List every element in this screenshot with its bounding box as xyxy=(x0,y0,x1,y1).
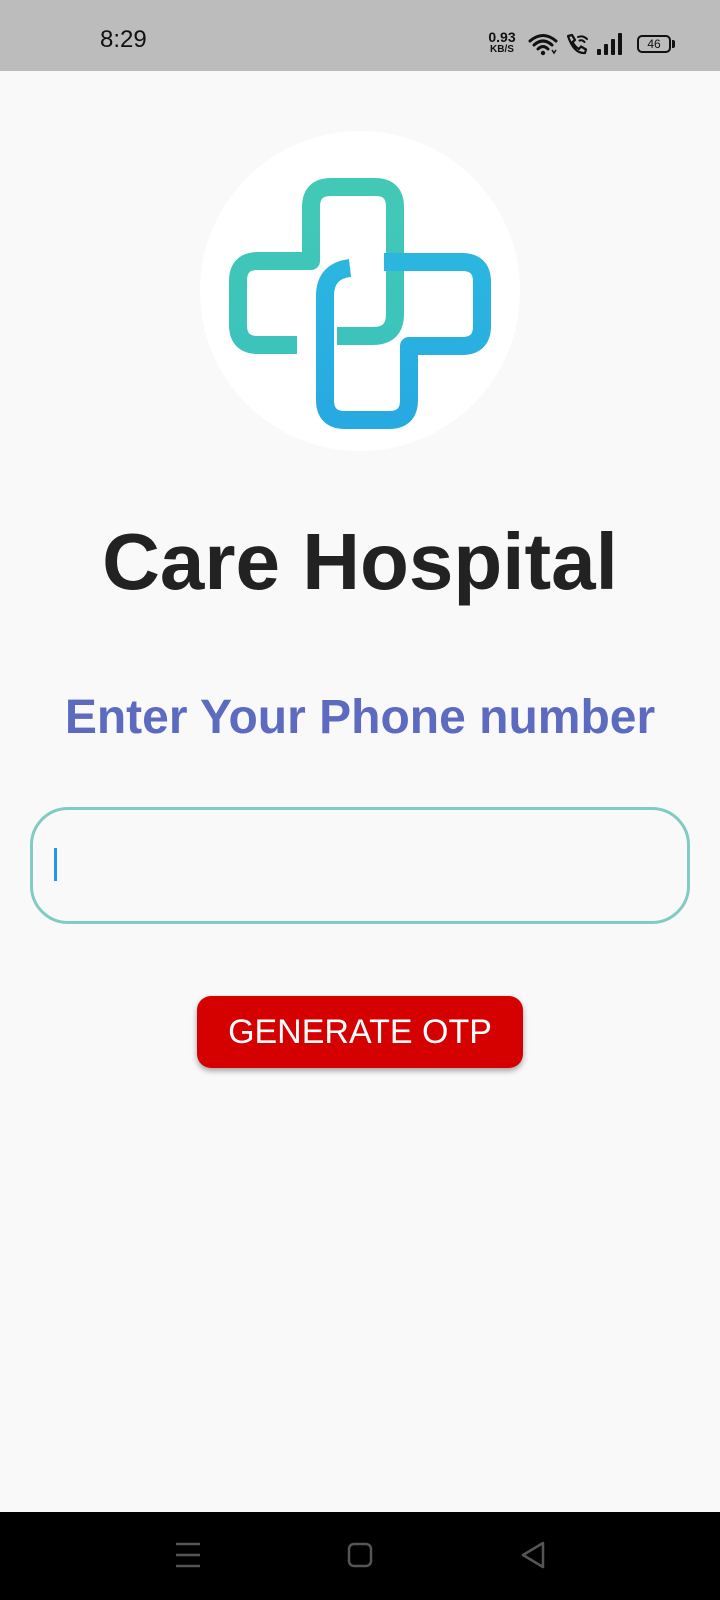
generate-otp-button[interactable]: GENERATE OTP xyxy=(197,996,523,1068)
wifi-icon xyxy=(528,32,558,61)
login-screen: 8:29 0.93 KB/S 46 Care Hospital Enter Yo… xyxy=(0,0,720,1600)
status-bar: 8:29 0.93 KB/S 46 xyxy=(0,0,720,71)
network-speed-value: 0.93 xyxy=(488,29,516,45)
menu-icon xyxy=(176,1542,200,1568)
wifi-call-icon xyxy=(564,32,590,61)
network-speed: 0.93 KB/S xyxy=(484,30,520,55)
back-icon xyxy=(521,1541,545,1569)
app-logo xyxy=(200,131,520,451)
text-cursor xyxy=(54,848,57,881)
back-button[interactable] xyxy=(472,1512,592,1600)
status-time: 8:29 xyxy=(100,26,147,53)
home-icon xyxy=(347,1542,373,1568)
phone-number-input[interactable] xyxy=(30,807,690,924)
home-button[interactable] xyxy=(300,1512,420,1600)
medical-cross-logo-icon xyxy=(229,178,491,429)
menu-button[interactable] xyxy=(128,1512,248,1600)
network-speed-unit: KB/S xyxy=(490,44,514,55)
system-navigation-bar xyxy=(0,1512,720,1600)
battery-icon: 46 xyxy=(637,35,671,53)
signal-icon xyxy=(596,32,624,61)
battery-tip xyxy=(672,40,675,48)
phone-prompt-label: Enter Your Phone number xyxy=(64,691,656,744)
app-title: Care Hospital xyxy=(102,517,618,606)
